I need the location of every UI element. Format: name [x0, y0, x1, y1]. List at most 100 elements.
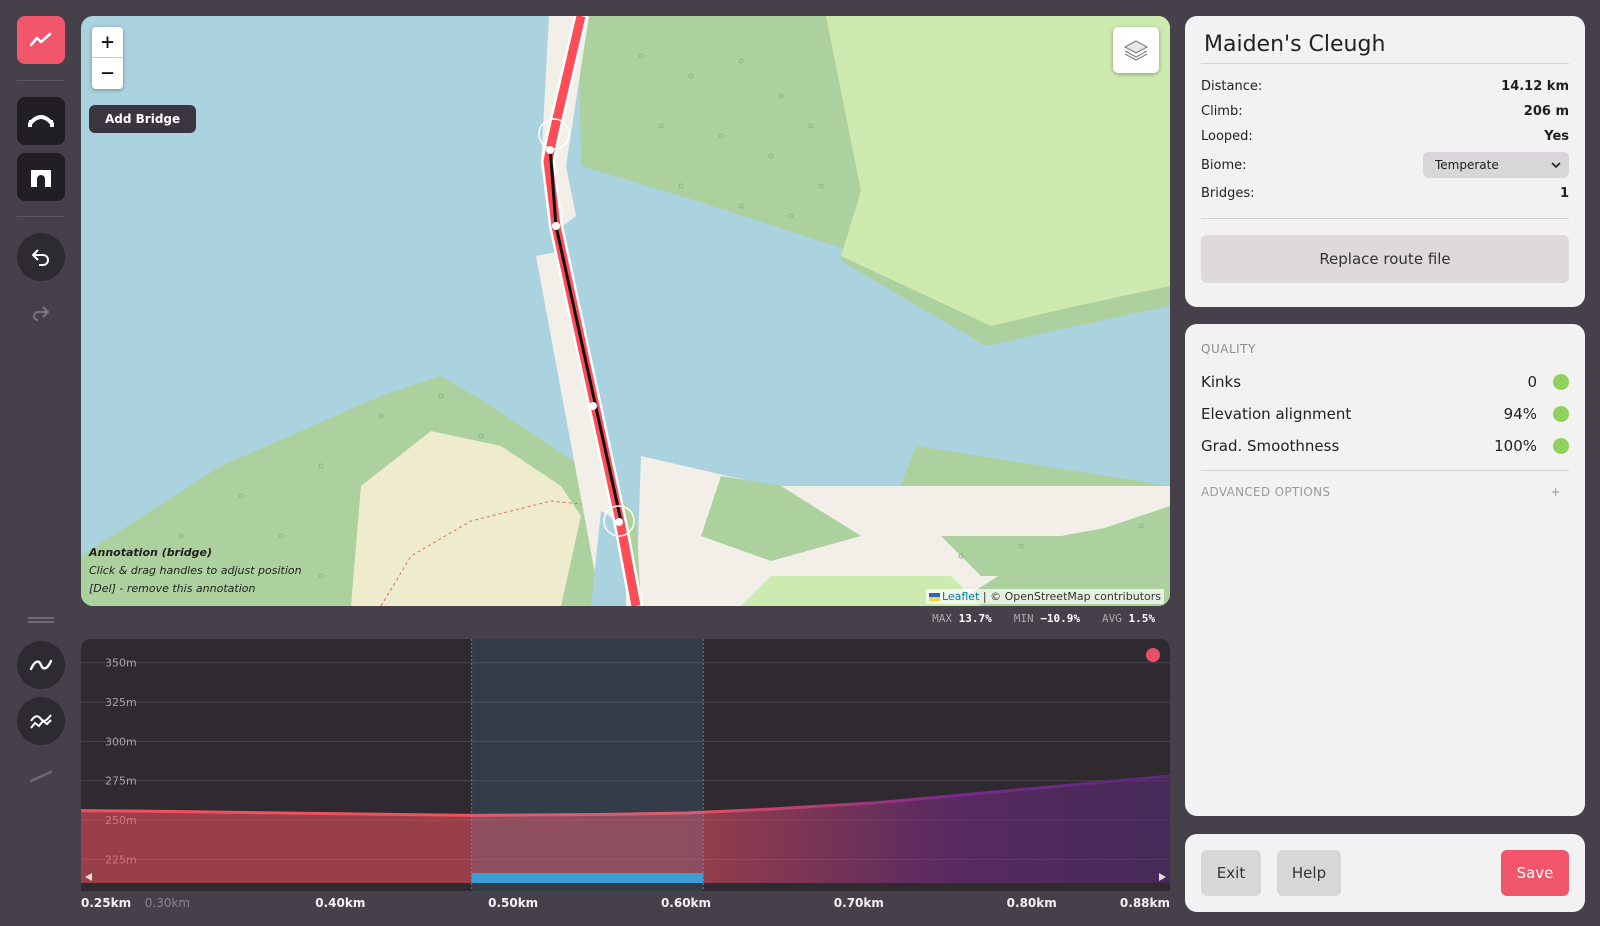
advanced-options-toggle[interactable]: ADVANCED OPTIONS +: [1201, 485, 1569, 499]
bridges-value: 1: [1559, 186, 1569, 201]
toolbar-divider: [17, 216, 65, 217]
help-button[interactable]: Help: [1277, 850, 1341, 896]
biome-label: Biome:: [1201, 157, 1247, 173]
flag-icon: [928, 593, 940, 601]
quality-label: Kinks: [1201, 373, 1242, 391]
elevation-mode-button[interactable]: [17, 16, 65, 64]
distance-label: Distance:: [1201, 79, 1263, 94]
zoom-out-button[interactable]: −: [92, 58, 123, 89]
quality-value: 0: [1527, 373, 1537, 391]
climb-value: 206 m: [1523, 104, 1569, 119]
smooth-advanced-button[interactable]: [17, 697, 65, 745]
quality-rows: Kinks 0 Elevation alignment 94% Grad. Smoo…: [1201, 366, 1569, 471]
biome-row: Biome: Temperate: [1201, 149, 1569, 181]
x-tick-label: 0.60km: [660, 896, 712, 910]
y-tick-label: 275m: [105, 775, 137, 788]
quality-label: Grad. Smoothness: [1201, 437, 1340, 455]
route-name: Maiden's Cleugh: [1201, 32, 1569, 64]
route-info-panel: Maiden's Cleugh Distance: 14.12 km Climb:…: [1185, 16, 1585, 307]
distance-row: Distance: 14.12 km: [1201, 74, 1569, 99]
elevation-chart-svg: 350m325m300m275m250m225m: [81, 639, 1170, 891]
x-tick-label: 0.50km: [488, 896, 539, 910]
elevation-chart[interactable]: 350m325m300m275m250m225m: [81, 639, 1170, 891]
quality-value: 100%: [1494, 437, 1537, 455]
chevron-down-icon: [1551, 162, 1561, 168]
trend-line-icon: [30, 32, 52, 47]
x-tick-label: 0.70km: [833, 896, 884, 910]
status-dot: [1553, 406, 1569, 422]
elevation-x-axis: 0.25km 0.30km 0.40km 0.50km 0.60km 0.70km 0.80…: [81, 896, 1170, 916]
quality-label: Elevation alignment: [1201, 405, 1352, 423]
bridges-row: Bridges: 1: [1201, 181, 1569, 206]
smooth-curve-icon: [29, 659, 53, 671]
annotation-title: Annotation (bridge): [89, 546, 212, 559]
max-grade-value: 13.7%: [958, 612, 992, 625]
redo-button[interactable]: [17, 289, 65, 337]
selection-range: [471, 639, 704, 891]
add-bridge-button[interactable]: [17, 97, 65, 145]
grade-stats: MAX 13.7% MIN −10.9% AVG 1.5%: [932, 612, 1155, 625]
straight-line-icon: [29, 770, 53, 783]
x-tick-label: 0.25km: [81, 896, 132, 910]
add-tunnel-button[interactable]: [17, 153, 65, 201]
quality-row-elevation-alignment: Elevation alignment 94%: [1201, 398, 1569, 430]
bridges-label: Bridges:: [1201, 186, 1255, 201]
osm-attribution: | © OpenStreetMap contributors: [979, 590, 1161, 603]
leaflet-link[interactable]: Leaflet: [942, 590, 979, 603]
y-tick-label: 300m: [105, 735, 137, 748]
annotation-hint: Annotation (bridge) Click & drag handles…: [89, 544, 302, 598]
marker-dot-icon[interactable]: [1146, 648, 1160, 662]
y-tick-label: 350m: [105, 657, 137, 670]
annotation-hint-drag: Click & drag handles to adjust position: [89, 564, 302, 577]
map-tiles: [81, 16, 1170, 606]
redo-icon: [33, 306, 49, 321]
distance-value: 14.12 km: [1501, 79, 1569, 94]
route-properties: Distance: 14.12 km Climb: 206 m Looped: Yes…: [1201, 74, 1569, 219]
looped-label: Looped:: [1201, 129, 1253, 144]
x-tick-label: 0.80km: [1006, 896, 1057, 910]
map-attribution: Leaflet | © OpenStreetMap contributors: [925, 589, 1164, 604]
annotation-hint-delete: [Del] - remove this annotation: [89, 582, 256, 595]
quality-value: 94%: [1503, 405, 1537, 423]
save-button[interactable]: Save: [1501, 850, 1569, 896]
max-grade-label: MAX: [932, 612, 952, 625]
add-bridge-tooltip: Add Bridge: [89, 105, 197, 133]
left-toolbar: [0, 0, 80, 926]
undo-button[interactable]: [17, 233, 65, 281]
biome-select[interactable]: Temperate: [1423, 152, 1569, 178]
layers-button[interactable]: [1113, 27, 1159, 73]
min-grade-value: −10.9%: [1040, 612, 1080, 625]
x-tick-label: 0.40km: [315, 896, 366, 910]
bridge-icon: [28, 115, 54, 127]
quality-panel: QUALITY Kinks 0 Elevation alignment 94% Gr…: [1185, 324, 1585, 816]
biome-value: Temperate: [1435, 158, 1499, 172]
x-tick-label: 0.88km: [1119, 896, 1170, 910]
action-panel: Exit Help Save: [1185, 834, 1585, 912]
exit-button[interactable]: Exit: [1201, 850, 1261, 896]
layers-icon: [1123, 40, 1149, 61]
straighten-button[interactable]: [17, 752, 65, 800]
expand-icon: +: [1550, 485, 1561, 499]
avg-grade-value: 1.5%: [1128, 612, 1156, 625]
x-tick-label: 0.30km: [144, 896, 191, 910]
panel-resize-handle-icon[interactable]: [28, 617, 54, 623]
zoom-in-button[interactable]: +: [92, 27, 123, 58]
min-grade-label: MIN: [1013, 612, 1034, 625]
looped-row: Looped: Yes: [1201, 124, 1569, 149]
undo-icon: [32, 249, 49, 266]
map-view[interactable]: + − Add Bridge Annotation (bridge) Click…: [81, 16, 1170, 606]
climb-row: Climb: 206 m: [1201, 99, 1569, 124]
smooth-button[interactable]: [17, 641, 65, 689]
advanced-options-label: ADVANCED OPTIONS: [1201, 485, 1331, 499]
toolbar-divider: [17, 80, 65, 81]
status-dot: [1553, 374, 1569, 390]
tunnel-icon: [31, 170, 51, 187]
replace-route-button[interactable]: Replace route file: [1201, 235, 1569, 283]
looped-value: Yes: [1544, 129, 1569, 144]
quality-heading: QUALITY: [1201, 342, 1256, 356]
avg-grade-label: AVG: [1102, 612, 1122, 625]
quality-row-grad-smoothness: Grad. Smoothness 100%: [1201, 430, 1569, 462]
selection-bar: [471, 873, 704, 883]
climb-label: Climb:: [1201, 104, 1243, 119]
multi-curve-icon: [30, 714, 52, 729]
